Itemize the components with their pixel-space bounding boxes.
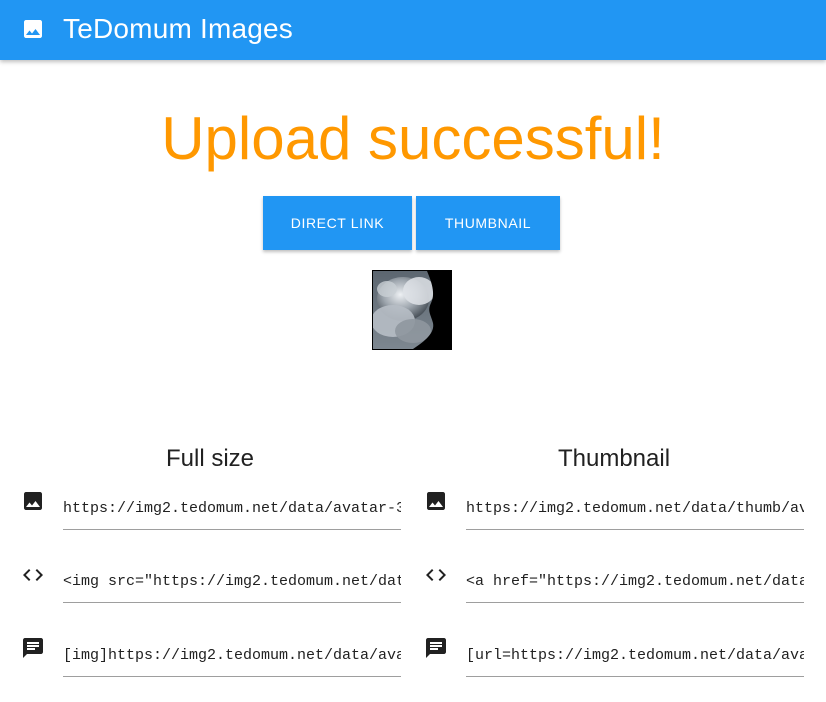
upload-success-heading: Upload successful! <box>161 105 665 172</box>
comment-icon <box>426 638 446 658</box>
full-size-title: Full size <box>165 445 255 472</box>
image-icon <box>24 492 42 510</box>
thumbnail-bbcode-field[interactable]: [url=https://img2.tedomum.net/data/ava <box>466 644 804 677</box>
thumbnail-button[interactable]: Thumbnail <box>416 196 560 250</box>
app-title: TeDomum Images <box>63 13 293 44</box>
image-icon <box>24 20 42 38</box>
code-icon <box>426 569 446 581</box>
direct-link-button[interactable]: Direct link <box>263 196 412 250</box>
image-icon <box>427 492 445 510</box>
thumbnail-html-field[interactable]: <a href="https://img2.tedomum.net/data <box>466 570 804 603</box>
code-icon <box>23 569 43 581</box>
full-size-direct-url-field[interactable]: https://img2.tedomum.net/data/avatar-3 <box>63 497 401 530</box>
cloud-image <box>373 271 451 349</box>
full-size-html-field[interactable]: <img src="https://img2.tedomum.net/dat <box>63 570 401 603</box>
uploaded-image-preview[interactable] <box>372 270 452 350</box>
comment-icon <box>23 638 43 658</box>
thumbnail-title: Thumbnail <box>557 445 671 472</box>
app-bar: TeDomum Images <box>0 0 826 60</box>
thumbnail-direct-url-field[interactable]: https://img2.tedomum.net/data/thumb/av <box>466 497 804 530</box>
full-size-bbcode-field[interactable]: [img]https://img2.tedomum.net/data/ava <box>63 644 401 677</box>
